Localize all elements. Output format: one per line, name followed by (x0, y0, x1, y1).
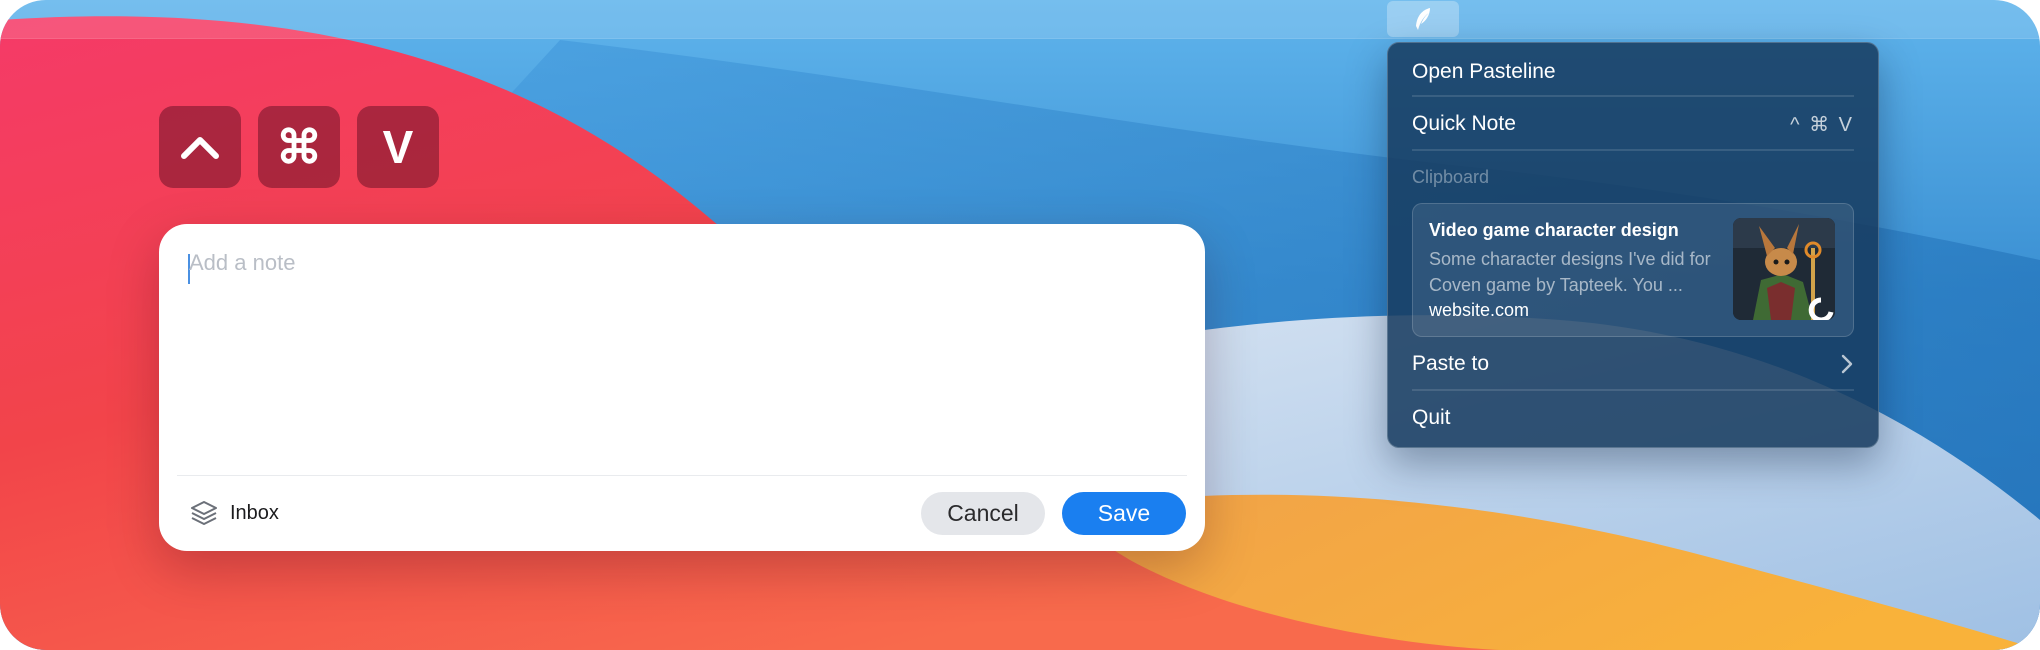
menu-item-quit[interactable]: Quit (1412, 401, 1854, 435)
clip-thumbnail (1733, 218, 1835, 320)
layers-stack-icon (191, 501, 217, 525)
clip-description: Some character designs I've did for Cove… (1429, 249, 1711, 295)
clipboard-section-label: Clipboard (1412, 167, 1490, 187)
v-key-label: V (382, 121, 414, 173)
note-divider (177, 475, 1187, 476)
paste-to-label: Paste to (1412, 352, 1490, 375)
clipboard-item[interactable]: Video game character design Some charact… (1412, 203, 1854, 337)
note-input[interactable] (189, 250, 1169, 450)
menu-separator (1412, 149, 1854, 151)
desktop-wallpaper: ⌘ V Inbox Cancel Save Open Pasteline Qui… (0, 0, 2040, 650)
quit-label: Quit (1412, 406, 1451, 429)
quick-note-label: Quick Note (1412, 112, 1516, 135)
control-caret-icon (181, 137, 219, 159)
pasteline-dropdown-menu: Open Pasteline Quick Note ^ ⌘ V Clipboar… (1387, 42, 1879, 448)
menu-item-quick-note[interactable]: Quick Note ^ ⌘ V (1412, 107, 1854, 141)
menu-separator (1412, 95, 1854, 97)
chevron-right-icon (1841, 354, 1853, 374)
inbox-selector[interactable]: Inbox (190, 500, 279, 526)
save-button[interactable]: Save (1062, 492, 1186, 535)
character-thumbnail-image (1733, 218, 1835, 320)
shortcut-keys: ⌘ V (159, 106, 439, 188)
cancel-button[interactable]: Cancel (921, 492, 1045, 535)
menu-item-open-pasteline[interactable]: Open Pasteline (1412, 55, 1854, 89)
quick-note-card: Inbox Cancel Save (159, 224, 1205, 551)
pasteline-feather-icon[interactable] (1387, 1, 1459, 37)
menu-bar (0, 0, 2040, 39)
v-key: V (357, 106, 439, 188)
inbox-label: Inbox (230, 501, 279, 524)
menu-item-paste-to[interactable]: Paste to (1412, 347, 1854, 381)
control-key (159, 106, 241, 188)
quick-note-shortcut: ^ ⌘ V (1790, 113, 1854, 136)
menu-separator (1412, 389, 1854, 391)
clip-source: website.com (1429, 300, 1530, 320)
command-key: ⌘ (258, 106, 340, 188)
clip-title: Video game character design (1429, 220, 1679, 240)
command-key-label: ⌘ (276, 121, 322, 173)
open-pasteline-label: Open Pasteline (1412, 60, 1556, 83)
